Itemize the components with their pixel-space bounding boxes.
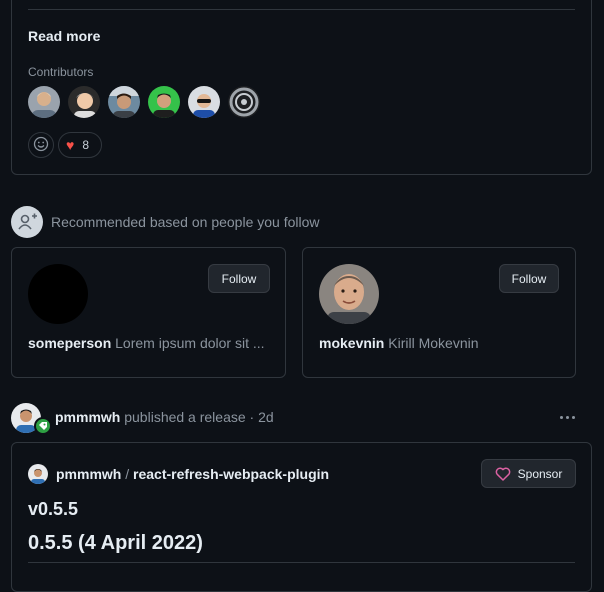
repo-owner-link[interactable]: pmmmwh <box>56 466 121 482</box>
user-line: mokevnin Kirill Mokevnin <box>319 335 479 351</box>
actor-link[interactable]: pmmmwh <box>55 409 120 425</box>
release-title-divider <box>28 562 575 563</box>
user-line: someperson Lorem ipsum dolor sit ... <box>28 335 271 351</box>
heart-reaction-button[interactable]: ♥ 8 <box>58 132 102 158</box>
contributor-avatar[interactable] <box>68 86 100 118</box>
follow-button[interactable]: Follow <box>499 264 559 293</box>
contributor-avatar[interactable] <box>188 86 220 118</box>
username-link[interactable]: someperson <box>28 335 111 351</box>
contributor-avatar[interactable] <box>228 86 260 118</box>
user-bio: Kirill Mokevnin <box>388 335 479 351</box>
heart-icon: ♥ <box>66 137 75 153</box>
repo-name-link[interactable]: react-refresh-webpack-plugin <box>133 466 329 482</box>
recommended-icon <box>11 206 43 238</box>
release-title: 0.5.5 (4 April 2022) <box>28 532 203 554</box>
activity-card-top: Read more Contributors ♥ 8 <box>11 0 592 175</box>
kebab-menu-icon[interactable] <box>558 409 576 425</box>
smiley-icon <box>33 136 49 155</box>
contributor-avatar[interactable] <box>148 86 180 118</box>
contributor-avatar[interactable] <box>28 86 60 118</box>
release-version-link[interactable]: v0.5.5 <box>28 499 78 520</box>
recommended-card-someperson[interactable]: Follow someperson Lorem ipsum dolor sit … <box>11 247 286 378</box>
release-card: pmmmwh / react-refresh-webpack-plugin Sp… <box>11 442 592 592</box>
read-more-link[interactable]: Read more <box>28 28 100 44</box>
follow-button[interactable]: Follow <box>208 264 270 293</box>
card-divider <box>28 9 575 10</box>
event-action: published a release <box>124 409 246 425</box>
contributor-avatar[interactable] <box>108 86 140 118</box>
add-reaction-button[interactable] <box>28 132 54 158</box>
release-event-line: pmmmwh published a release · 2d <box>55 409 274 425</box>
reaction-count: 8 <box>82 138 89 152</box>
user-avatar[interactable] <box>28 264 88 324</box>
sponsor-label: Sponsor <box>517 466 563 481</box>
repo-owner-avatar[interactable] <box>28 464 48 484</box>
heart-outline-icon <box>495 466 511 482</box>
release-badge-icon <box>34 417 52 435</box>
recommended-card-mokevnin[interactable]: Follow mokevnin Kirill Mokevnin <box>302 247 576 378</box>
contributors-label: Contributors <box>28 65 94 79</box>
user-bio: Lorem ipsum dolor sit ... <box>115 335 265 351</box>
event-age: 2d <box>258 409 274 425</box>
separator: · <box>249 409 255 425</box>
recommended-heading: Recommended based on people you follow <box>51 214 320 230</box>
repo-line: pmmmwh / react-refresh-webpack-plugin <box>56 466 329 482</box>
sponsor-button[interactable]: Sponsor <box>481 459 576 488</box>
username-link[interactable]: mokevnin <box>319 335 384 351</box>
repo-slash: / <box>125 466 130 482</box>
user-avatar[interactable] <box>319 264 379 324</box>
